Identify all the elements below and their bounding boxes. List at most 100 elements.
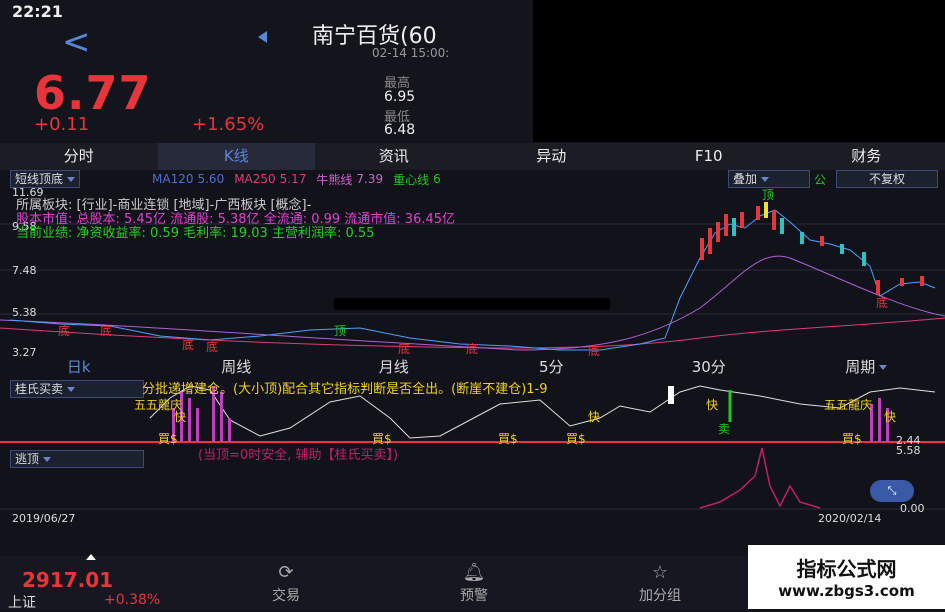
bar	[220, 392, 223, 442]
candle	[920, 276, 924, 286]
tf-daily[interactable]: 日k	[0, 356, 158, 378]
chevron-down-icon	[879, 365, 887, 370]
escape-top-line	[700, 448, 820, 508]
adjust-select[interactable]: 不复权	[836, 170, 938, 188]
indicator-select-label: 短线顶底	[15, 172, 63, 186]
low-value: 6.48	[384, 122, 415, 138]
bottom-mark: 底	[206, 338, 218, 355]
candle	[740, 212, 744, 228]
candle	[724, 214, 728, 236]
candle	[756, 206, 760, 220]
index-value[interactable]: 2917.01	[22, 568, 113, 592]
tf-monthly[interactable]: 月线	[315, 356, 473, 378]
chevron-down-icon	[43, 457, 51, 462]
candle	[862, 252, 866, 266]
candle	[780, 218, 784, 234]
high-value: 6.95	[384, 89, 415, 105]
tab-intraday[interactable]: 分时	[0, 143, 158, 170]
bell-icon: 🔔︎	[424, 562, 524, 583]
tf-period-label: 周期	[845, 358, 875, 376]
tab-finance[interactable]: 财务	[788, 143, 945, 170]
nav-add-group-label: 加分组	[610, 585, 710, 605]
timeframe-bar: 日k 周线 月线 5分 30分 周期	[0, 356, 945, 378]
indicator2-select-label: 逃顶	[15, 452, 39, 466]
kline-chart[interactable]: 11.69 9.58 7.48 5.38 3.27 所属板块: [行业]-商业连…	[0, 188, 945, 358]
bar	[878, 398, 881, 442]
indicator1-select[interactable]: 桂氏买卖	[10, 380, 144, 398]
signal-label: 五五龍庆	[824, 396, 872, 413]
candle	[800, 232, 804, 244]
tf-5min[interactable]: 5分	[473, 356, 631, 378]
bull-bear-label: 牛熊线	[316, 171, 352, 188]
indicator1-scroll-text: 分批递增建仓。(大小顶)配合其它指标判断是否全出。(断崖不建仓)1-9	[142, 378, 932, 397]
candle	[764, 202, 768, 218]
buy-label: 買$	[842, 430, 862, 447]
candle	[708, 228, 712, 254]
sell-label: 卖	[718, 420, 730, 437]
redacted-area	[533, 0, 945, 142]
tf-period[interactable]: 周期	[788, 356, 945, 378]
overlay-suffix: 公	[814, 171, 826, 188]
tab-f10[interactable]: F10	[630, 143, 788, 170]
indicator-panel-2[interactable]: 逃顶 (当顶=0时安全, 辅助【桂氏买卖】) 0.00 ⤡ 2019/06/27…	[0, 446, 945, 526]
bull-bear-value: 7.39	[356, 172, 383, 186]
bottom-mark: 底	[398, 340, 410, 357]
indicator1-select-label: 桂氏买卖	[15, 382, 63, 396]
indicator2-value: 0.00	[900, 502, 925, 515]
price-change-pct: +1.65%	[192, 114, 264, 135]
tab-news[interactable]: 资讯	[315, 143, 473, 170]
bottom-mark: 底	[876, 294, 888, 311]
signal-label: 快	[884, 408, 896, 425]
index-change: +0.38%	[104, 592, 160, 608]
prev-stock-icon[interactable]	[258, 31, 267, 43]
ma250-value: 5.17	[280, 172, 307, 186]
nav-alert-label: 预警	[424, 585, 524, 605]
chevron-down-icon	[761, 177, 769, 182]
info-line-performance: 当前业绩: 净资收益率: 0.59 毛利率: 19.03 主营利润率: 0.55	[16, 222, 374, 241]
tf-30min[interactable]: 30分	[630, 356, 788, 378]
tab-kline[interactable]: K线	[158, 143, 316, 170]
tf-weekly[interactable]: 周线	[158, 356, 316, 378]
buy-label: 買$	[158, 430, 178, 447]
bar	[228, 418, 231, 442]
chart-control-bar: 短线顶底 MA120 5.60 MA250 5.17 牛熊线 7.39 重心线 …	[0, 170, 945, 188]
indicator-panel-1[interactable]: 桂氏买卖 分批递增建仓。(大小顶)配合其它指标判断是否全出。(断崖不建仓)1-9…	[0, 378, 945, 448]
watermark-title: 指标公式网	[748, 553, 945, 582]
expand-icon[interactable]: ⤡	[870, 480, 914, 502]
candle	[700, 238, 704, 260]
indicator2-select[interactable]: 逃顶	[10, 450, 144, 468]
nav-add-group[interactable]: ☆ 加分组	[610, 556, 710, 605]
signal-label: 快	[706, 396, 718, 413]
ma250-label: MA250	[234, 172, 275, 186]
bottom-mark: 底	[58, 322, 70, 339]
status-time: 22:21	[12, 2, 63, 21]
top-mark: 顶	[334, 322, 346, 339]
indicator2-note: (当顶=0时安全, 辅助【桂氏买卖】)	[198, 444, 398, 463]
ma120-value: 5.60	[197, 172, 224, 186]
candle	[820, 236, 824, 246]
center-line-label: 重心线	[393, 171, 429, 188]
buy-label: 買$	[566, 430, 586, 447]
candle	[716, 222, 720, 242]
bottom-mark: 底	[100, 322, 112, 339]
tab-alerts[interactable]: 异动	[473, 143, 631, 170]
candle	[900, 278, 904, 286]
trade-icon: ⟳	[236, 562, 336, 583]
chevron-down-icon	[67, 387, 75, 392]
buy-label: 買$	[498, 430, 518, 447]
price-change: +0.11	[34, 114, 89, 135]
star-icon: ☆	[610, 562, 710, 583]
main-tabs: 分时 K线 资讯 异动 F10 财务	[0, 143, 945, 170]
nav-trade[interactable]: ⟳ 交易	[236, 556, 336, 605]
back-icon[interactable]: <	[62, 22, 91, 62]
bottom-mark: 底	[182, 336, 194, 353]
index-name: 上证	[8, 592, 36, 612]
watermark-url: www.zbgs3.com	[748, 582, 945, 600]
axis-label: 7.48	[12, 264, 37, 277]
ma120-label: MA120	[152, 172, 193, 186]
nav-alert[interactable]: 🔔︎ 预警	[424, 556, 524, 605]
center-line-value: 6	[433, 172, 441, 186]
overlay-select-label: 叠加	[733, 172, 757, 186]
caret-up-icon	[86, 554, 96, 560]
bottom-mark: 底	[466, 340, 478, 357]
